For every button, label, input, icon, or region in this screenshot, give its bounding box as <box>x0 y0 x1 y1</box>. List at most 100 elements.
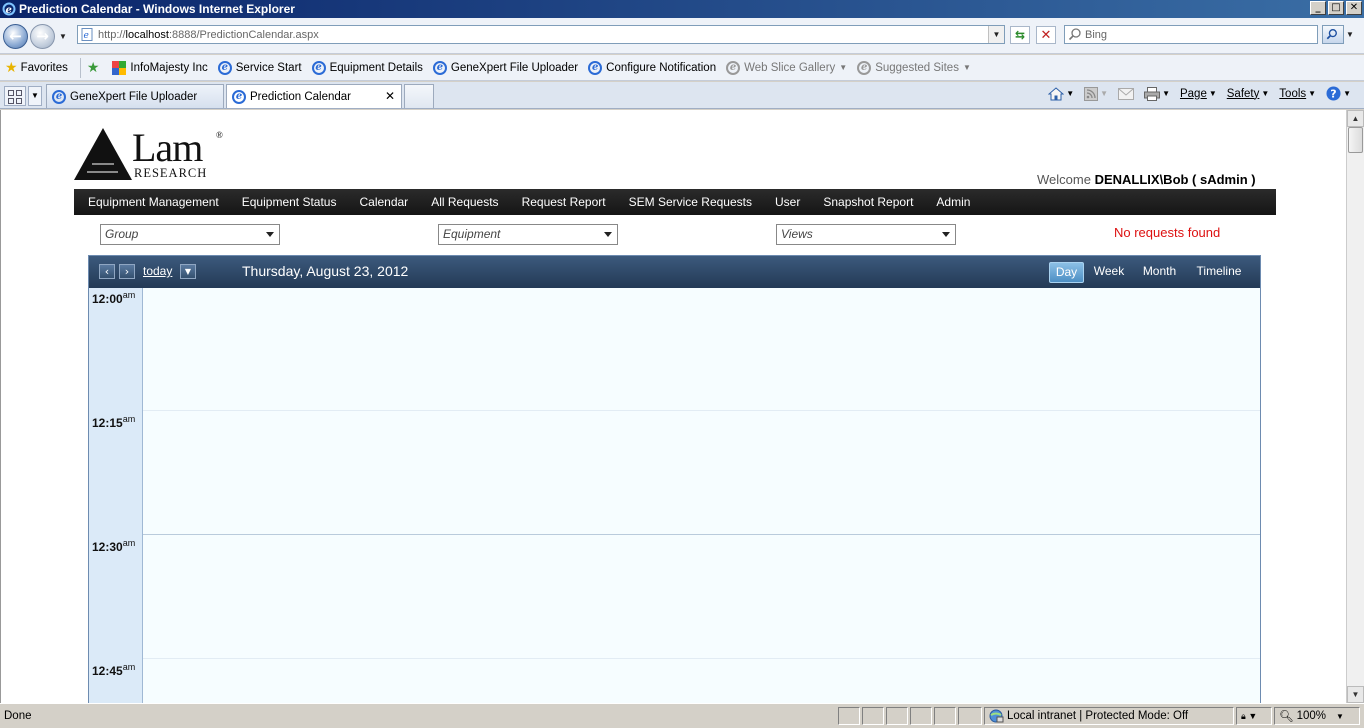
prev-day-button[interactable]: ‹ <box>99 264 115 279</box>
time-label: 12:45am <box>92 662 136 678</box>
window-title: Prediction Calendar - Windows Internet E… <box>19 2 295 16</box>
favorite-service-start[interactable]: e Service Start <box>217 60 302 75</box>
view-timeline-button[interactable]: Timeline <box>1191 262 1247 283</box>
view-day-button[interactable]: Day <box>1049 262 1084 283</box>
help-button[interactable]: ? ▼ <box>1323 86 1354 101</box>
nav-snapshot-report[interactable]: Snapshot Report <box>823 195 913 209</box>
time-label: 12:15am <box>92 414 136 430</box>
nav-calendar[interactable]: Calendar <box>359 195 408 209</box>
nav-admin[interactable]: Admin <box>936 195 970 209</box>
local-intranet-icon <box>989 709 1004 723</box>
status-text: Done <box>4 710 32 722</box>
history-dropdown-icon[interactable]: ▼ <box>59 32 67 41</box>
refresh-icon[interactable]: ⇆ <box>1010 26 1030 44</box>
svg-text:?: ? <box>1330 88 1336 101</box>
forward-button[interactable]: → <box>30 24 55 49</box>
next-day-button[interactable]: › <box>119 264 135 279</box>
view-month-button[interactable]: Month <box>1137 262 1182 283</box>
vertical-scrollbar[interactable]: ▲ ▼ <box>1346 110 1364 703</box>
svg-text:e: e <box>84 31 89 41</box>
chevron-down-icon: ▼ <box>1100 89 1109 98</box>
chevron-down-icon: ▼ <box>1261 89 1270 98</box>
tab-list-dropdown-icon[interactable]: ▼ <box>28 86 42 106</box>
chevron-down-icon: ▼ <box>1336 711 1344 721</box>
web-slice-icon: e <box>726 60 741 75</box>
page-menu[interactable]: Page ▼ <box>1177 88 1220 100</box>
feeds-button[interactable]: ▼ <box>1081 86 1111 101</box>
scroll-up-icon[interactable]: ▲ <box>1347 110 1364 127</box>
logo-text: Lam <box>132 125 203 170</box>
chevron-down-icon: ▼ <box>1162 89 1170 98</box>
address-dropdown-icon[interactable]: ▼ <box>988 26 1004 43</box>
ie-page-icon: e <box>432 60 447 75</box>
new-tab-button[interactable] <box>404 84 434 108</box>
ie-page-icon: e <box>311 60 326 75</box>
date-picker-dropdown-icon[interactable]: ▼ <box>180 264 196 279</box>
lam-research-logo[interactable]: Lam ® RESEARCH <box>74 125 234 182</box>
close-window-button[interactable]: ✕ <box>1346 1 1362 15</box>
search-placeholder: Bing <box>1085 28 1108 41</box>
print-button[interactable]: ▼ <box>1141 86 1173 101</box>
favorite-equipment-details[interactable]: e Equipment Details <box>311 60 423 75</box>
favorites-button[interactable]: ★ Favorites <box>5 59 68 76</box>
favorite-genexpert-uploader[interactable]: e GeneXpert File Uploader <box>432 60 578 75</box>
group-select-value: Group <box>105 227 139 241</box>
home-icon <box>1048 86 1065 100</box>
scroll-down-icon[interactable]: ▼ <box>1347 686 1364 703</box>
security-zone[interactable]: Local intranet | Protected Mode: Off <box>984 707 1234 725</box>
home-button[interactable]: ▼ <box>1045 86 1077 101</box>
nav-user[interactable]: User <box>775 195 800 209</box>
back-button[interactable]: ← <box>3 24 28 49</box>
search-button[interactable] <box>1322 25 1344 44</box>
stop-icon[interactable]: ✕ <box>1036 26 1056 44</box>
favorite-web-slice-gallery[interactable]: e Web Slice Gallery ▼ <box>726 60 847 75</box>
time-label: 12:00am <box>92 290 136 306</box>
welcome-prefix: Welcome <box>1037 172 1095 187</box>
close-tab-icon[interactable]: ✕ <box>385 89 395 103</box>
safety-menu[interactable]: Safety ▼ <box>1224 88 1273 100</box>
add-to-favorites-button[interactable]: ★ <box>87 59 103 76</box>
slot-divider <box>143 534 1260 535</box>
read-mail-button[interactable] <box>1115 87 1137 100</box>
nav-equipment-status[interactable]: Equipment Status <box>242 195 337 209</box>
today-link[interactable]: today <box>143 264 172 278</box>
view-week-button[interactable]: Week <box>1089 262 1129 283</box>
zoom-control[interactable]: 🔍︎ 100% ▼ <box>1274 707 1360 725</box>
status-cell <box>886 707 908 725</box>
favorite-label: Suggested Sites <box>875 61 959 74</box>
views-select[interactable]: Views <box>776 224 956 245</box>
chevron-down-icon <box>604 232 612 237</box>
chevron-down-icon: ▼ <box>1343 89 1351 98</box>
logo-registered-mark: ® <box>216 130 223 140</box>
minimize-button[interactable]: _ <box>1310 1 1326 15</box>
group-select[interactable]: Group <box>100 224 280 245</box>
nav-sem-service-requests[interactable]: SEM Service Requests <box>629 195 752 209</box>
help-icon: ? <box>1326 86 1341 101</box>
url-host: localhost <box>125 28 169 41</box>
ie-logo-icon: e <box>2 2 16 16</box>
search-input[interactable]: Bing <box>1064 25 1318 44</box>
equipment-select[interactable]: Equipment <box>438 224 618 245</box>
calendar-day-grid[interactable]: 12:00am 12:15am 12:30am 12:45am <box>89 288 1260 703</box>
nav-equipment-management[interactable]: Equipment Management <box>88 195 219 209</box>
tab-bar: ▼ e GeneXpert File Uploader e Prediction… <box>0 82 1364 109</box>
slot-divider <box>143 658 1260 659</box>
maximize-button[interactable]: □ <box>1328 1 1344 15</box>
scroll-thumb[interactable] <box>1348 127 1363 153</box>
status-cell <box>958 707 982 725</box>
tab-prediction-calendar[interactable]: e Prediction Calendar ✕ <box>226 84 402 108</box>
calendar-header: ‹ › today ▼ Thursday, August 23, 2012 Da… <box>89 256 1260 288</box>
favorite-suggested-sites[interactable]: e Suggested Sites ▼ <box>857 60 971 75</box>
tab-genexpert-file-uploader[interactable]: e GeneXpert File Uploader <box>46 84 224 108</box>
protected-mode-dropdown[interactable]: 🔒︎ ▼ <box>1236 707 1272 725</box>
address-bar[interactable]: e http://localhost:8888/PredictionCalend… <box>77 25 1005 44</box>
search-options-dropdown-icon[interactable]: ▼ <box>1346 30 1354 39</box>
tools-menu[interactable]: Tools ▼ <box>1276 88 1319 100</box>
welcome-user: DENALLIX\Bob ( sAdmin ) <box>1094 172 1256 187</box>
quick-tabs-icon[interactable] <box>4 86 26 106</box>
nav-request-report[interactable]: Request Report <box>522 195 606 209</box>
favorite-configure-notification[interactable]: e Configure Notification <box>588 60 716 75</box>
nav-all-requests[interactable]: All Requests <box>431 195 498 209</box>
favorite-infomajesty[interactable]: InfoMajesty Inc <box>112 60 208 75</box>
favorite-label: Web Slice Gallery <box>744 61 836 74</box>
